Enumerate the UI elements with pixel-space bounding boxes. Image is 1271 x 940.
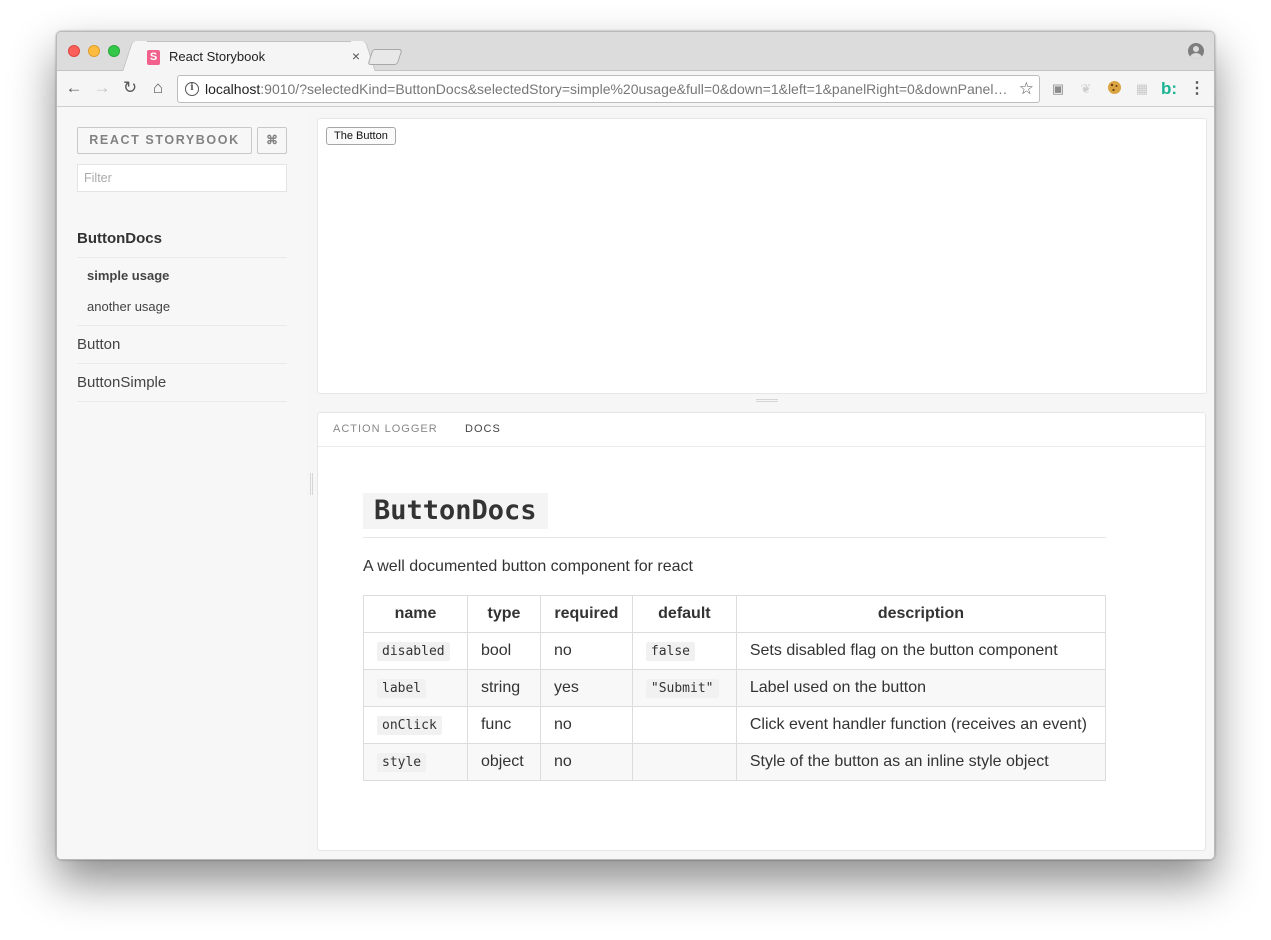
column-header-name: name [363, 595, 468, 633]
storybook-brand-button[interactable]: REACT STORYBOOK [77, 127, 252, 154]
home-icon[interactable]: ⌂ [148, 78, 168, 98]
url-path: :9010/?selectedKind=ButtonDocs&selectedS… [260, 81, 1015, 97]
prop-default-cell [631, 743, 737, 781]
storybook-sidebar: REACT STORYBOOK ⌘ ButtonDocs simple usag… [57, 108, 307, 859]
window-maximize-button[interactable] [108, 45, 120, 57]
browser-toolbar: ← → ↻ ⌂ i localhost:9010/?selectedKind=B… [57, 71, 1214, 107]
browser-window: S React Storybook × ← → ↻ ⌂ i localhost:… [56, 31, 1215, 860]
kind-buttonsimple[interactable]: ButtonSimple [77, 364, 287, 402]
filter-input[interactable] [77, 164, 287, 192]
prop-name-cell: style [363, 743, 468, 781]
prop-required: no [539, 632, 633, 670]
column-header-description: description [735, 595, 1107, 633]
address-url[interactable]: localhost:9010/?selectedKind=ButtonDocs&… [205, 81, 1015, 97]
prop-type: object [466, 743, 541, 781]
props-table: name type required default description d… [363, 595, 1107, 781]
column-header-type: type [466, 595, 541, 633]
new-tab-button[interactable] [367, 49, 403, 65]
prop-type: bool [466, 632, 541, 670]
window-close-button[interactable] [68, 45, 80, 57]
prop-description: Label used on the button [735, 669, 1107, 707]
browser-menu-icon[interactable]: ⋮ [1189, 79, 1205, 99]
story-simple-usage[interactable]: simple usage [77, 260, 287, 291]
prop-name-cell: label [363, 669, 468, 707]
keyboard-shortcuts-button[interactable]: ⌘ [257, 127, 287, 154]
prop-name: disabled [377, 642, 450, 661]
prop-default: "Submit" [645, 679, 719, 698]
address-bar[interactable]: i localhost:9010/?selectedKind=ButtonDoc… [177, 75, 1040, 103]
story-another-usage[interactable]: another usage [77, 291, 287, 322]
prop-description: Click event handler function (receives a… [735, 706, 1107, 744]
addon-tabs: ACTION LOGGER DOCS [318, 413, 1205, 447]
table-row: onClick func no Click event handler func… [363, 706, 1107, 744]
panel-resize-handle[interactable] [756, 399, 778, 402]
stories-list: ButtonDocs simple usage another usage Bu… [77, 220, 287, 402]
storybook-favicon-icon: S [147, 50, 160, 65]
grid-extension-icon[interactable]: ▦ [1133, 80, 1151, 98]
buttondocs-stories: simple usage another usage [77, 258, 287, 326]
prop-default-cell [631, 706, 737, 744]
props-header-row: name type required default description [363, 595, 1107, 633]
docs-title: ButtonDocs [363, 493, 548, 529]
prop-name-cell: disabled [363, 632, 468, 670]
table-row: label string yes "Submit" Label used on … [363, 669, 1107, 707]
tab-close-icon[interactable]: × [352, 48, 360, 64]
the-button[interactable]: The Button [326, 127, 396, 145]
sidebar-resize-handle[interactable] [310, 473, 313, 495]
browser-tab[interactable]: S React Storybook × [135, 41, 363, 72]
docs-content: ButtonDocs A well documented button comp… [363, 493, 1107, 781]
tab-action-logger[interactable]: ACTION LOGGER [333, 423, 438, 435]
prop-type: func [466, 706, 541, 744]
profile-icon[interactable] [1188, 43, 1204, 59]
preview-iframe: The Button [317, 118, 1207, 394]
table-row: style object no Style of the button as a… [363, 743, 1107, 781]
kind-buttondocs[interactable]: ButtonDocs [77, 220, 287, 258]
window-minimize-button[interactable] [88, 45, 100, 57]
prop-type: string [466, 669, 541, 707]
column-header-default: default [631, 595, 737, 633]
prop-default-cell: false [631, 632, 737, 670]
prop-default-cell: "Submit" [631, 669, 737, 707]
tab-title: React Storybook [169, 49, 266, 64]
back-icon[interactable]: ← [64, 78, 84, 98]
prop-default: false [645, 642, 696, 661]
forward-icon[interactable]: → [92, 78, 112, 98]
camera-extension-icon[interactable]: ▣ [1049, 80, 1067, 98]
prop-name: label [377, 679, 427, 698]
cookie-extension-icon[interactable] [1105, 80, 1123, 98]
prop-required: yes [539, 669, 633, 707]
prop-name: onClick [377, 716, 442, 735]
column-header-required: required [539, 595, 633, 633]
bookmark-star-icon[interactable]: ☆ [1019, 79, 1034, 99]
info-icon[interactable]: i [185, 82, 199, 96]
leaf-extension-icon[interactable]: ❦ [1077, 80, 1095, 98]
table-row: disabled bool no false Sets disabled fla… [363, 632, 1107, 670]
title-bar: S React Storybook × [57, 32, 1214, 72]
prop-name: style [377, 753, 427, 772]
prop-description: Sets disabled flag on the button compone… [735, 632, 1107, 670]
docs-description: A well documented button component for r… [363, 558, 693, 575]
addon-panel: ACTION LOGGER DOCS ButtonDocs A well doc… [317, 412, 1206, 851]
url-host: localhost [205, 81, 261, 97]
reload-icon[interactable]: ↻ [120, 78, 140, 98]
prop-description: Style of the button as an inline style o… [735, 743, 1107, 781]
prop-required: no [539, 743, 633, 781]
kind-button[interactable]: Button [77, 326, 287, 364]
b-extension-icon[interactable]: b: [1160, 80, 1178, 98]
docs-title-wrap: ButtonDocs [363, 493, 1106, 538]
prop-required: no [539, 706, 633, 744]
prop-name-cell: onClick [363, 706, 468, 744]
tab-docs[interactable]: DOCS [465, 423, 501, 435]
